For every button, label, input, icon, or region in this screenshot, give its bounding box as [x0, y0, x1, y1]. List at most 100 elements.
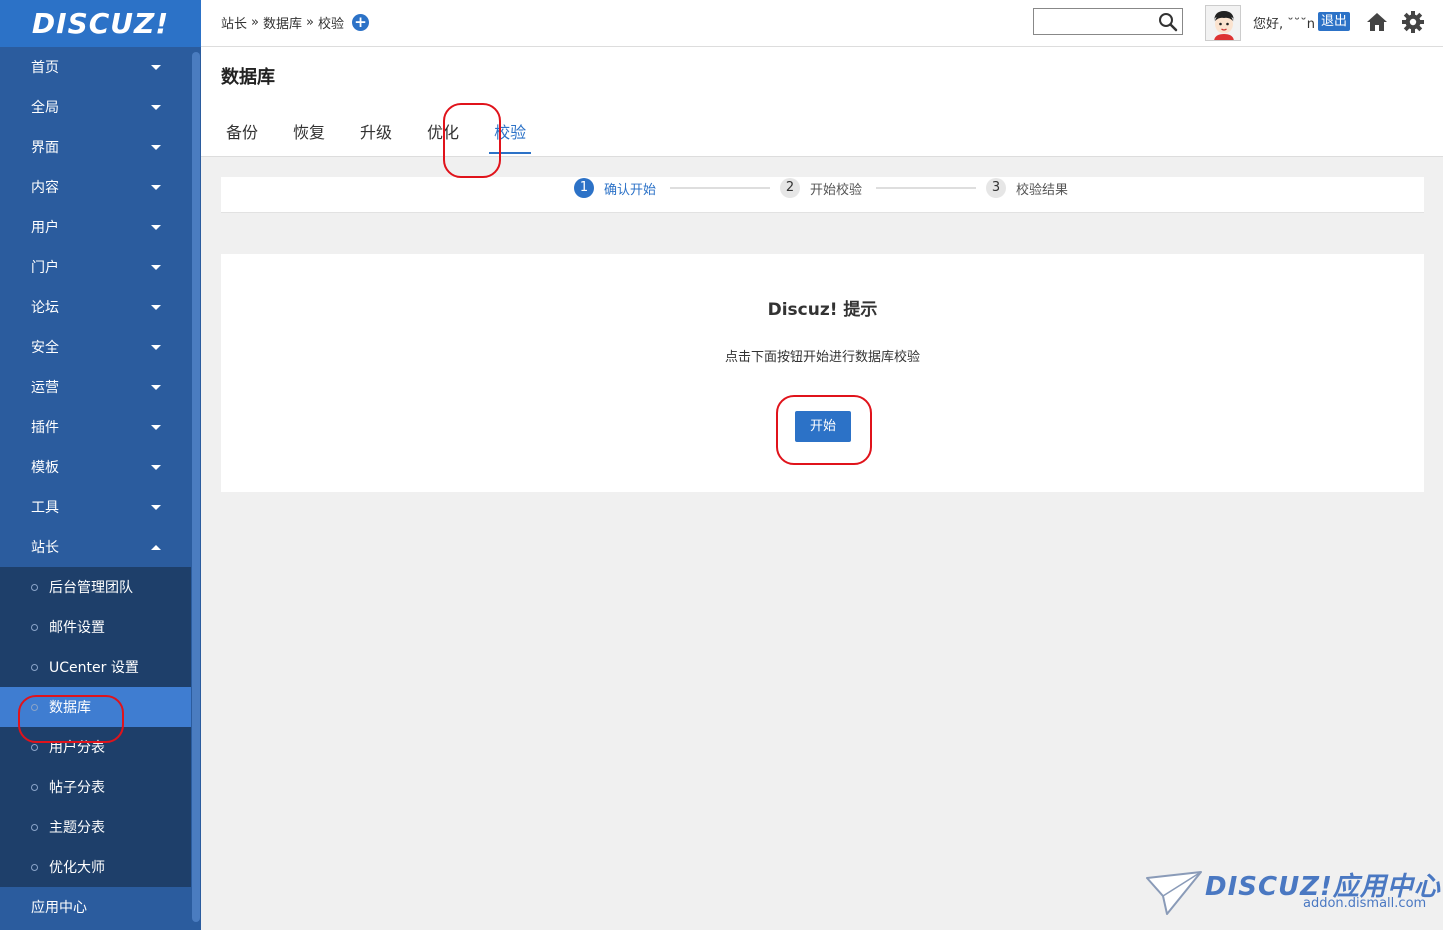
step-connector	[876, 187, 976, 189]
sidebar-subitem-label: 主题分表	[49, 820, 105, 836]
sidebar-item-plugins[interactable]: 插件	[0, 407, 191, 447]
sidebar-item-operation[interactable]: 运营	[0, 367, 191, 407]
sidebar-item-security[interactable]: 安全	[0, 327, 191, 367]
sidebar-subitem-admin-team[interactable]: 后台管理团队	[0, 567, 191, 607]
bullet-icon	[31, 663, 38, 671]
sidebar-item-users[interactable]: 用户	[0, 207, 191, 247]
home-icon[interactable]	[1366, 11, 1388, 33]
sidebar-subitem-label: 后台管理团队	[49, 580, 133, 596]
caret-down-icon	[151, 144, 161, 150]
add-shortcut-icon[interactable]: +	[351, 14, 369, 31]
caret-down-icon	[151, 184, 161, 190]
bullet-icon	[31, 863, 38, 871]
sidebar-scrollbar[interactable]	[192, 47, 200, 930]
logo[interactable]: DISCUZ!	[0, 0, 201, 47]
sidebar-subitem-thread-split[interactable]: 主题分表	[0, 807, 191, 847]
sidebar-item-global[interactable]: 全局	[0, 87, 191, 127]
caret-down-icon	[151, 264, 161, 270]
greeting-text: 您好, ˘˘˘n	[1253, 17, 1316, 32]
breadcrumb-item[interactable]: 站长	[221, 13, 247, 32]
step-number: 2	[780, 178, 800, 198]
sidebar-subitem-label: 用户分表	[49, 740, 105, 756]
page-title: 数据库	[221, 67, 275, 88]
step-label: 校验结果	[1016, 182, 1069, 198]
tab-backup[interactable]: 备份	[221, 119, 263, 154]
caret-down-icon	[151, 304, 161, 310]
bullet-icon	[31, 823, 38, 831]
sidebar-item-label: 工具	[31, 500, 59, 516]
scrollbar-thumb[interactable]	[192, 52, 200, 922]
caret-down-icon	[151, 464, 161, 470]
sidebar-subitem-label: 数据库	[49, 700, 91, 716]
sidebar-item-forum[interactable]: 论坛	[0, 287, 191, 327]
sidebar-subitem-database[interactable]: 数据库	[0, 687, 191, 727]
search-box	[1033, 8, 1183, 35]
logo-text: DISCUZ!	[31, 7, 170, 40]
bullet-icon	[31, 703, 38, 711]
caret-up-icon	[151, 544, 161, 550]
sidebar: DISCUZ! 首页 全局 界面 内容 用户 门户 论坛 安全 运营 插件 模板…	[0, 0, 201, 930]
caret-down-icon	[151, 384, 161, 390]
sidebar-item-label: 插件	[31, 420, 59, 436]
sidebar-item-label: 运营	[31, 380, 59, 396]
sidebar-subitem-optimizer[interactable]: 优化大师	[0, 847, 191, 887]
sidebar-item-interface[interactable]: 界面	[0, 127, 191, 167]
gear-icon[interactable]	[1401, 10, 1425, 34]
sidebar-item-label: 界面	[31, 140, 59, 156]
sidebar-subitem-mail-settings[interactable]: 邮件设置	[0, 607, 191, 647]
sidebar-item-label: 应用中心	[31, 900, 87, 916]
caret-down-icon	[151, 344, 161, 350]
sidebar-item-templates[interactable]: 模板	[0, 447, 191, 487]
caret-down-icon	[151, 104, 161, 110]
sidebar-item-label: 内容	[31, 180, 59, 196]
watermark-url: addon.dismall.com	[1303, 896, 1427, 911]
sidebar-subitem-label: 帖子分表	[49, 780, 105, 796]
sidebar-item-tools[interactable]: 工具	[0, 487, 191, 527]
breadcrumb-item: 校验	[317, 17, 344, 32]
sidebar-item-portal[interactable]: 门户	[0, 247, 191, 287]
sidebar-subitem-label: 邮件设置	[49, 620, 105, 636]
step-connector	[670, 187, 770, 189]
top-header: 站长 » 数据库 » 校验 + 您好, ˘˘˘n 退出	[201, 0, 1443, 47]
sidebar-item-label: 首页	[31, 60, 59, 76]
sidebar-item-label: 全局	[31, 100, 59, 116]
bullet-icon	[31, 783, 38, 791]
logout-button[interactable]: 退出	[1318, 12, 1351, 31]
page-head: 数据库 备份 恢复 升级 优化 校验	[201, 47, 1443, 157]
tab-verify[interactable]: 校验	[489, 119, 532, 154]
step-1: 1 确认开始	[574, 178, 656, 198]
step-3: 3 校验结果	[986, 178, 1068, 198]
caret-down-icon	[151, 224, 161, 230]
breadcrumb-separator: »	[306, 15, 314, 30]
sidebar-item-webmaster[interactable]: 站长	[0, 527, 191, 567]
sidebar-subitem-user-split[interactable]: 用户分表	[0, 727, 191, 767]
start-button[interactable]: 开始	[795, 411, 851, 442]
watermark: DISCUZ!应用中心 addon.dismall.com	[1145, 866, 1440, 926]
caret-down-icon	[151, 424, 161, 430]
breadcrumb-item[interactable]: 数据库	[263, 13, 302, 32]
tab-upgrade[interactable]: 升级	[355, 119, 397, 154]
sidebar-item-home[interactable]: 首页	[0, 47, 191, 87]
bullet-icon	[31, 743, 38, 751]
search-input[interactable]	[1034, 9, 1154, 34]
step-indicator: 1 确认开始 2 开始校验 3 校验结果	[221, 177, 1424, 213]
step-label: 确认开始	[604, 182, 657, 198]
step-number: 3	[986, 178, 1006, 198]
notice-message: 点击下面按钮开始进行数据库校验	[724, 350, 920, 365]
sidebar-subitem-ucenter-settings[interactable]: UCenter 设置	[0, 647, 191, 687]
notice-title: Discuz! 提示	[767, 300, 878, 320]
paper-plane-icon	[1146, 871, 1202, 915]
search-icon[interactable]	[1158, 12, 1178, 32]
avatar[interactable]	[1205, 5, 1241, 41]
sidebar-subitem-post-split[interactable]: 帖子分表	[0, 767, 191, 807]
breadcrumb-separator: »	[251, 15, 259, 30]
sidebar-item-content[interactable]: 内容	[0, 167, 191, 207]
sidebar-item-label: 用户	[31, 220, 59, 236]
sidebar-item-app-center[interactable]: 应用中心	[0, 887, 191, 927]
sidebar-menu: 首页 全局 界面 内容 用户 门户 论坛 安全 运营 插件 模板 工具 站长 后…	[0, 47, 191, 927]
caret-down-icon	[151, 64, 161, 70]
sidebar-item-label: 论坛	[31, 300, 59, 316]
tab-optimize[interactable]: 优化	[422, 119, 464, 154]
tab-restore[interactable]: 恢复	[288, 119, 330, 154]
breadcrumb: 站长 » 数据库 » 校验 +	[221, 13, 369, 32]
